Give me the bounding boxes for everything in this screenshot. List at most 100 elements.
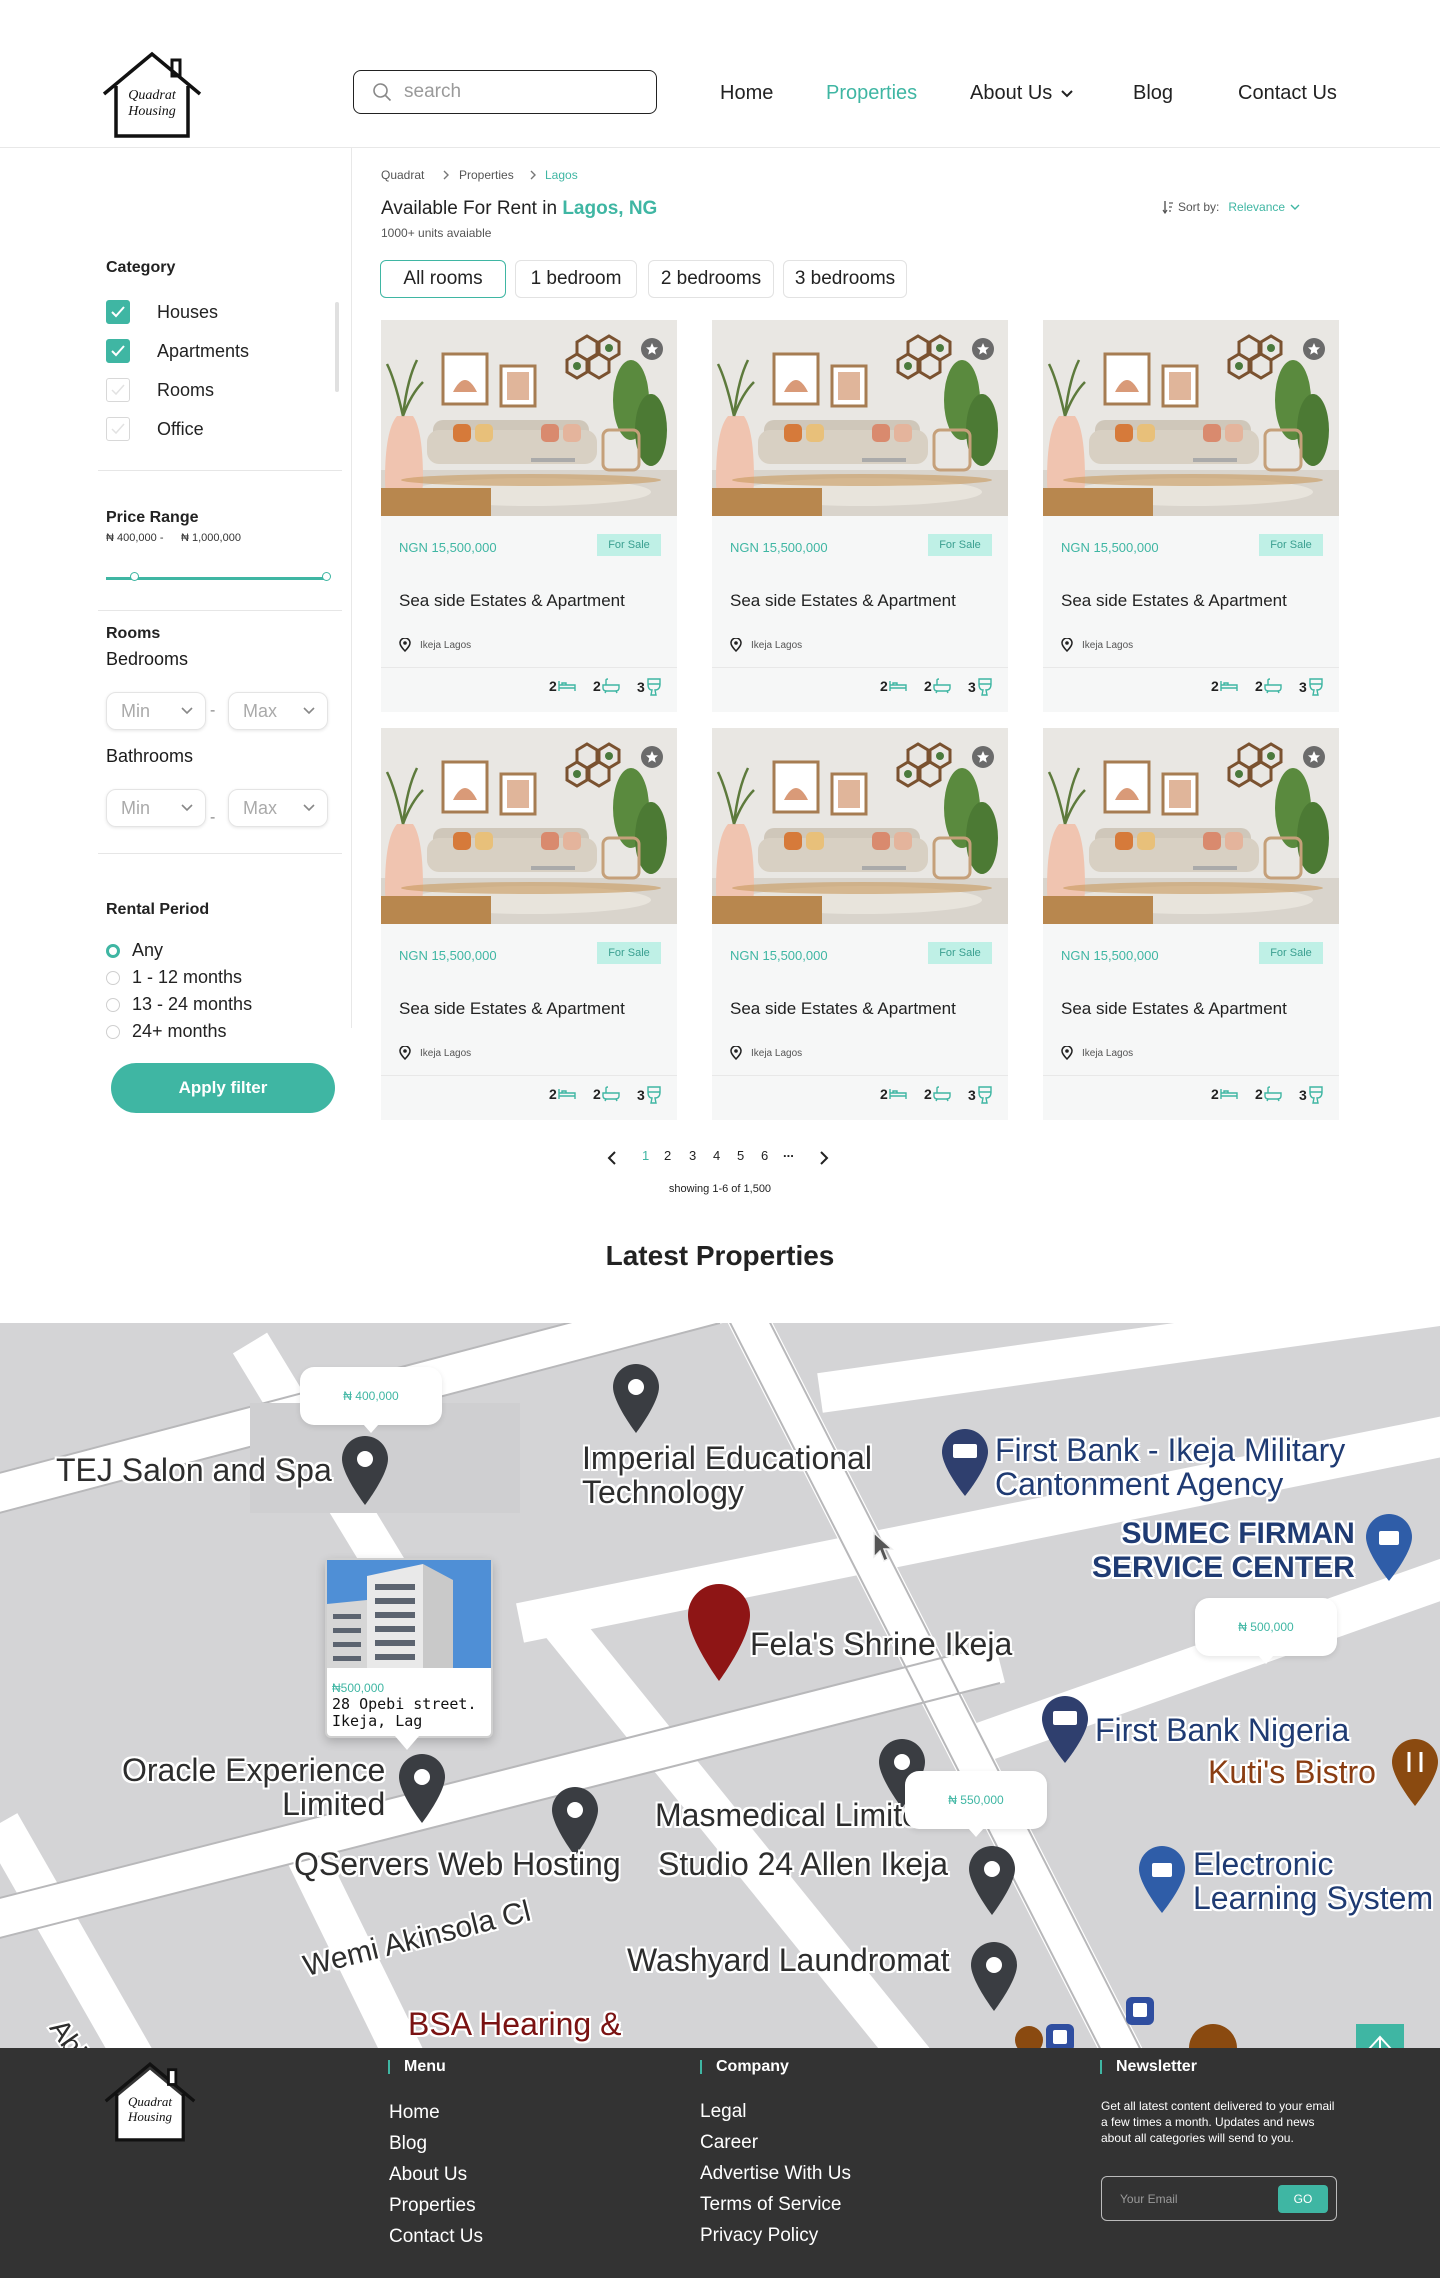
page-6[interactable]: 6 bbox=[761, 1148, 768, 1163]
map-pin-icon[interactable] bbox=[340, 1435, 390, 1507]
page-1[interactable]: 1 bbox=[642, 1148, 649, 1163]
map-price-bubble[interactable]: ₦ 550,000 bbox=[905, 1771, 1047, 1837]
property-title[interactable]: Sea side Estates & Apartment bbox=[1061, 591, 1287, 611]
rental-option-13-24[interactable]: 13 - 24 months bbox=[106, 994, 252, 1015]
property-image[interactable] bbox=[1043, 728, 1339, 924]
page-ellipsis[interactable]: ... bbox=[783, 1145, 794, 1160]
nav-contact-us[interactable]: Contact Us bbox=[1238, 82, 1337, 105]
favorite-star-icon[interactable] bbox=[1303, 746, 1325, 768]
rental-option-1-12[interactable]: 1 - 12 months bbox=[106, 967, 242, 988]
tab-all-rooms[interactable]: All rooms bbox=[380, 260, 506, 298]
tab-2-bedrooms[interactable]: 2 bedrooms bbox=[648, 260, 774, 298]
restaurant-poi-icon[interactable] bbox=[1014, 2025, 1044, 2048]
bank-poi-icon[interactable] bbox=[1040, 1695, 1090, 1765]
page-3[interactable]: 3 bbox=[689, 1148, 696, 1163]
checkbox-unchecked-icon[interactable] bbox=[106, 417, 130, 441]
property-image[interactable] bbox=[381, 320, 677, 516]
nav-blog[interactable]: Blog bbox=[1133, 82, 1173, 105]
checkbox-checked-icon[interactable] bbox=[106, 300, 130, 324]
apply-filter-button[interactable]: Apply filter bbox=[111, 1063, 335, 1113]
radio-unselected-icon[interactable] bbox=[106, 997, 120, 1012]
radio-selected-icon[interactable] bbox=[106, 943, 120, 958]
map-price-bubble[interactable]: ₦ 500,000 bbox=[1195, 1598, 1337, 1664]
page-5[interactable]: 5 bbox=[737, 1148, 744, 1163]
property-card[interactable]: NGN 15,500,000 For Sale Sea side Estates… bbox=[712, 320, 1008, 712]
price-slider-track[interactable] bbox=[106, 577, 326, 580]
shopping-poi-icon[interactable] bbox=[1364, 1513, 1414, 1583]
property-image[interactable] bbox=[712, 728, 1008, 924]
bathrooms-min-select[interactable]: Min bbox=[106, 789, 206, 827]
nav-home[interactable]: Home bbox=[720, 82, 773, 105]
tab-3-bedrooms[interactable]: 3 bedrooms bbox=[783, 260, 907, 298]
footer-logo[interactable]: Quadrat Housing bbox=[102, 2060, 198, 2144]
favorite-star-icon[interactable] bbox=[972, 746, 994, 768]
bus-stop-icon[interactable] bbox=[1045, 2023, 1075, 2048]
search-bar[interactable] bbox=[353, 70, 657, 114]
chevron-right-icon[interactable] bbox=[819, 1151, 829, 1165]
map-pin-icon[interactable] bbox=[611, 1363, 661, 1435]
breadcrumb-item-current[interactable]: Lagos bbox=[545, 168, 578, 182]
rental-option-24-plus[interactable]: 24+ months bbox=[106, 1021, 227, 1042]
bank-poi-icon[interactable] bbox=[940, 1428, 990, 1498]
property-title[interactable]: Sea side Estates & Apartment bbox=[730, 591, 956, 611]
sort-control[interactable]: Sort by: Relevance bbox=[1162, 200, 1300, 214]
property-title[interactable]: Sea side Estates & Apartment bbox=[399, 591, 625, 611]
breadcrumb-item[interactable]: Properties bbox=[459, 168, 514, 182]
footer-link-advertise[interactable]: Advertise With Us bbox=[700, 2163, 851, 2185]
category-houses[interactable]: Houses bbox=[106, 300, 218, 324]
favorite-star-icon[interactable] bbox=[641, 338, 663, 360]
bus-stop-icon[interactable] bbox=[1125, 1996, 1155, 2026]
footer-link-terms[interactable]: Terms of Service bbox=[700, 2194, 841, 2216]
page-4[interactable]: 4 bbox=[713, 1148, 720, 1163]
breadcrumb-item[interactable]: Quadrat bbox=[381, 168, 424, 182]
restaurant-poi-icon[interactable] bbox=[1390, 1738, 1440, 1808]
page-2[interactable]: 2 bbox=[664, 1148, 671, 1163]
property-card[interactable]: NGN 15,500,000 For Sale Sea side Estates… bbox=[381, 728, 677, 1120]
category-rooms[interactable]: Rooms bbox=[106, 378, 214, 402]
bedrooms-min-select[interactable]: Min bbox=[106, 692, 206, 730]
footer-link-home[interactable]: Home bbox=[389, 2102, 440, 2124]
footer-link-about-us[interactable]: About Us bbox=[389, 2164, 467, 2186]
property-image[interactable] bbox=[1043, 320, 1339, 516]
category-office[interactable]: Office bbox=[106, 417, 204, 441]
property-card[interactable]: NGN 15,500,000 For Sale Sea side Estates… bbox=[1043, 728, 1339, 1120]
map-pin-selected-icon[interactable] bbox=[686, 1583, 752, 1683]
footer-link-legal[interactable]: Legal bbox=[700, 2101, 747, 2123]
map-price-bubble[interactable]: ₦ 400,000 bbox=[300, 1367, 442, 1433]
favorite-star-icon[interactable] bbox=[641, 746, 663, 768]
bedrooms-max-select[interactable]: Max bbox=[228, 692, 328, 730]
nav-properties[interactable]: Properties bbox=[826, 82, 917, 105]
radio-unselected-icon[interactable] bbox=[106, 970, 120, 985]
tab-1-bedroom[interactable]: 1 bedroom bbox=[515, 260, 637, 298]
checkbox-checked-icon[interactable] bbox=[106, 339, 130, 363]
footer-link-career[interactable]: Career bbox=[700, 2132, 758, 2154]
checkbox-unchecked-icon[interactable] bbox=[106, 378, 130, 402]
favorite-star-icon[interactable] bbox=[1303, 338, 1325, 360]
map-pin-icon[interactable] bbox=[967, 1845, 1017, 1917]
property-image[interactable] bbox=[712, 320, 1008, 516]
favorite-star-icon[interactable] bbox=[972, 338, 994, 360]
chevron-left-icon[interactable] bbox=[607, 1151, 617, 1165]
newsletter-go-button[interactable]: GO bbox=[1278, 2185, 1328, 2213]
property-card[interactable]: NGN 15,500,000 For Sale Sea side Estates… bbox=[712, 728, 1008, 1120]
footer-link-contact-us[interactable]: Contact Us bbox=[389, 2226, 483, 2248]
nav-about-us[interactable]: About Us bbox=[970, 82, 1074, 105]
map-property-popup[interactable]: ₦500,000 28 Opebi street. Ikeja, Lag bbox=[325, 1558, 493, 1750]
property-title[interactable]: Sea side Estates & Apartment bbox=[730, 999, 956, 1019]
bathrooms-max-select[interactable]: Max bbox=[228, 789, 328, 827]
footer-link-properties[interactable]: Properties bbox=[389, 2195, 476, 2217]
category-apartments[interactable]: Apartments bbox=[106, 339, 249, 363]
newsletter-email-input[interactable] bbox=[1120, 2191, 1270, 2206]
footer-link-blog[interactable]: Blog bbox=[389, 2133, 427, 2155]
price-slider-min-handle[interactable] bbox=[130, 572, 139, 581]
property-title[interactable]: Sea side Estates & Apartment bbox=[399, 999, 625, 1019]
property-image[interactable] bbox=[381, 728, 677, 924]
category-scrollbar[interactable] bbox=[335, 302, 339, 392]
map-pin-icon[interactable] bbox=[397, 1753, 447, 1825]
property-card[interactable]: NGN 15,500,000 For Sale Sea side Estates… bbox=[1043, 320, 1339, 712]
footer-link-privacy[interactable]: Privacy Policy bbox=[700, 2225, 818, 2247]
search-input[interactable] bbox=[404, 81, 634, 103]
site-logo[interactable]: Quadrat Housing bbox=[100, 50, 204, 140]
shopping-poi-icon[interactable] bbox=[1137, 1845, 1187, 1915]
price-slider-max-handle[interactable] bbox=[322, 572, 331, 581]
